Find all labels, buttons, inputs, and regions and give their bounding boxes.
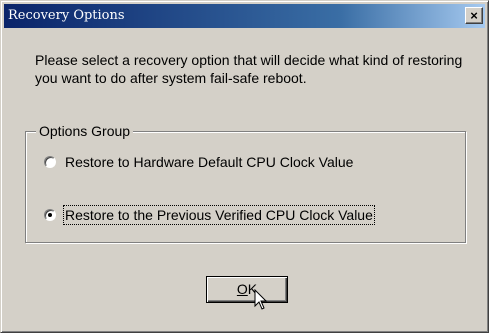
radio-label-previous-verified[interactable]: Restore to the Previous Verified CPU Clo… <box>63 205 375 225</box>
ok-button-mnemonic: O <box>236 281 248 297</box>
instruction-text: Please select a recovery option that wil… <box>35 52 463 86</box>
radio-option-previous-verified[interactable]: Restore to the Previous Verified CPU Clo… <box>44 205 375 225</box>
title-bar[interactable]: Recovery Options × <box>4 4 485 28</box>
options-group-label: Options Group <box>36 123 134 139</box>
radio-button-selected[interactable] <box>44 209 56 221</box>
options-group: Options Group Restore to Hardware Defaul… <box>25 123 466 243</box>
window-title: Recovery Options <box>8 8 125 23</box>
radio-label-hardware-default[interactable]: Restore to Hardware Default CPU Clock Va… <box>64 153 354 171</box>
radio-option-hardware-default[interactable]: Restore to Hardware Default CPU Clock Va… <box>44 152 354 172</box>
arrow-pointer-icon <box>254 289 268 310</box>
close-icon: × <box>470 7 478 23</box>
ok-button[interactable]: OK <box>206 276 288 303</box>
recovery-options-dialog: Recovery Options × Please select a recov… <box>0 0 489 333</box>
close-button[interactable]: × <box>465 7 483 24</box>
radio-button[interactable] <box>44 156 56 168</box>
radio-dot-icon <box>48 213 52 217</box>
